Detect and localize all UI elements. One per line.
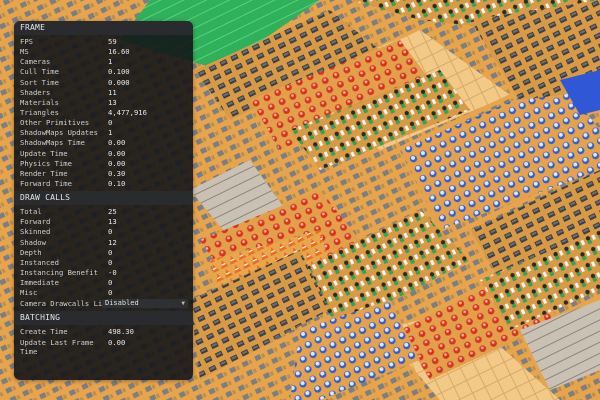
stat-label: Create Time (20, 327, 68, 337)
stat-label: Skinned (20, 227, 51, 237)
stat-row: Cull Time 0.100 (14, 67, 193, 77)
stat-label: Instancing Benefit (20, 267, 98, 277)
stat-row: Skinned 0 (14, 227, 193, 237)
stat-row: Shadow 12 (14, 238, 193, 248)
stat-row: Triangles 4,477,916 (14, 108, 193, 118)
stat-label: Instanced (20, 257, 59, 267)
stat-label: Cameras (20, 57, 51, 67)
stat-label: ShadowMaps Time (20, 138, 85, 148)
stat-value: 0.30 (108, 168, 126, 178)
frame-stats: FPS 59 MS 16.60 Cameras 1 Cull Time 0.100 So… (14, 35, 193, 191)
stat-row: Cameras 1 (14, 57, 193, 67)
stat-label: Shaders (20, 87, 51, 97)
stats-panel: FRAME FPS 59 MS 16.60 Cameras 1 Cull Time 0.… (14, 21, 193, 380)
draw-calls-stats: Total 25 Forward 13 Skinned 0 Shadow 12 Dept… (14, 205, 193, 311)
stat-label: FPS (20, 37, 33, 46)
stat-label: Cull Time (20, 67, 59, 77)
stat-value: 0 (108, 288, 113, 298)
stat-value: 0 (108, 257, 113, 267)
stat-value: 0 (108, 227, 113, 237)
stat-value: 13 (108, 97, 117, 107)
stat-value: 0 (108, 278, 113, 288)
stat-row: Instancing Benefit -0 (14, 268, 193, 278)
stat-value: 0.00 (108, 148, 126, 158)
stat-label: Sort Time (20, 77, 59, 87)
stat-row: Total 25 (14, 207, 193, 217)
stat-value: 11 (108, 87, 117, 97)
stat-value: 1 (108, 57, 113, 67)
stat-row: ShadowMaps Time 0.00 (14, 138, 193, 148)
stat-label: Update Last Frame Time (20, 337, 94, 357)
stat-label: Other Primitives (20, 118, 90, 128)
camera-drawcalls-limit-select[interactable]: Disabled ▼ (102, 299, 188, 309)
stat-value: 0.10 (108, 178, 126, 188)
batching-stats: Create Time 498.30 Update Last Frame Time… (14, 325, 193, 359)
stat-row: ShadowMaps Updates 1 (14, 128, 193, 138)
chevron-down-icon: ▼ (181, 300, 185, 308)
stat-value: 0 (108, 118, 113, 128)
stat-value: 16.60 (108, 47, 130, 57)
stat-label: Forward Time (20, 178, 72, 188)
stat-label: Triangles (20, 107, 59, 117)
stat-value: 13 (108, 217, 117, 227)
stat-value: -0 (108, 267, 117, 277)
stat-row: Instanced 0 (14, 258, 193, 268)
stat-row: Update Time 0.00 (14, 149, 193, 159)
frame-section-header[interactable]: FRAME (14, 21, 193, 35)
camera-drawcalls-limit-label: Camera Drawcalls Limit (20, 299, 102, 309)
stat-row: Misc 0 (14, 288, 193, 298)
stat-value: 12 (108, 237, 117, 247)
batching-section-header[interactable]: BATCHING (14, 311, 193, 326)
stat-label: Render Time (20, 168, 68, 178)
stat-row: Other Primitives 0 (14, 118, 193, 128)
stat-row: Physics Time 0.00 (14, 159, 193, 169)
camera-drawcalls-limit-row: Camera Drawcalls Limit Disabled ▼ (14, 298, 193, 309)
stat-label: Immediate (20, 278, 59, 288)
stat-label: Forward (20, 217, 51, 227)
camera-drawcalls-limit-value: Disabled (105, 299, 139, 308)
stat-row: Depth 0 (14, 248, 193, 258)
stat-value: 59 (108, 37, 117, 46)
stat-label: Total (20, 207, 42, 217)
stat-label: Physics Time (20, 158, 72, 168)
stat-value: 4,477,916 (108, 107, 147, 117)
stat-value: 0.00 (108, 158, 126, 168)
stat-label: Misc (20, 288, 38, 298)
stat-value: 0 (108, 247, 113, 257)
stat-label: Shadow (20, 237, 46, 247)
stat-row: Shaders 11 (14, 88, 193, 98)
stat-row: Immediate 0 (14, 278, 193, 288)
stat-value: 0.00 (108, 138, 126, 148)
stat-row: Update Last Frame Time 0.00 (14, 338, 193, 358)
stat-value: 498.30 (108, 327, 134, 337)
stat-label: Update Time (20, 148, 68, 158)
stat-row: Materials 13 (14, 98, 193, 108)
stat-row: Create Time 498.30 (14, 327, 193, 337)
stat-value: 25 (108, 207, 117, 217)
stat-value: 1 (108, 128, 113, 138)
stat-value: 0.00 (108, 337, 126, 347)
stat-label: ShadowMaps Updates (20, 128, 98, 138)
stat-value: 0.000 (108, 77, 130, 87)
stat-row: Forward Time 0.10 (14, 179, 193, 189)
stat-row: FPS 59 (14, 37, 193, 47)
draw-calls-section-header[interactable]: DRAW CALLS (14, 191, 193, 206)
stat-label: Depth (20, 247, 42, 257)
stat-label: MS (20, 47, 29, 57)
stat-row: MS 16.60 (14, 47, 193, 57)
stat-value: 0.100 (108, 67, 130, 77)
stat-row: Forward 13 (14, 217, 193, 227)
stat-row: Sort Time 0.000 (14, 78, 193, 88)
stat-label: Materials (20, 97, 59, 107)
stat-row: Render Time 0.30 (14, 169, 193, 179)
